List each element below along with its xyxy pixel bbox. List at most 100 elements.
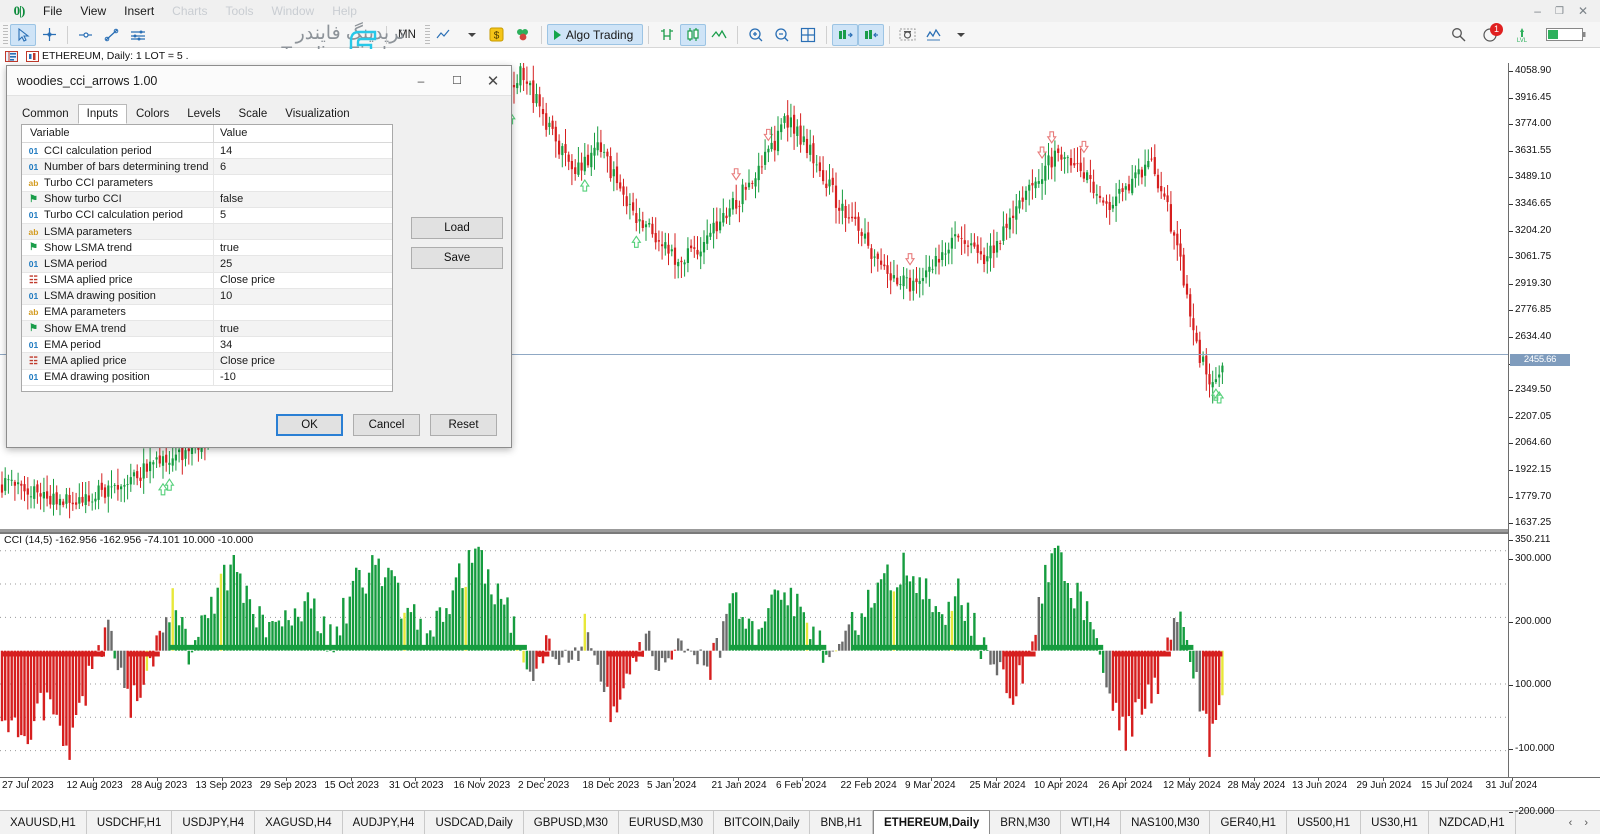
line-chart-icon[interactable] (706, 24, 732, 46)
input-row-value[interactable]: 34 (214, 339, 392, 351)
chart-tab[interactable]: US500,H1 (1287, 811, 1361, 834)
input-row-value[interactable]: -10 (214, 371, 392, 383)
ok-button[interactable]: OK (276, 414, 343, 436)
chart-tab[interactable]: USDCAD,Daily (425, 811, 523, 834)
input-row[interactable]: abEMA parameters (22, 305, 392, 321)
toolbar-grip-2[interactable] (425, 25, 430, 45)
chart-tab[interactable]: GER40,H1 (1210, 811, 1287, 834)
horizontal-line-tool-icon[interactable] (73, 24, 99, 46)
input-row[interactable]: 01Number of bars determining trend6 (22, 159, 392, 175)
input-row-value[interactable]: 5 (214, 209, 392, 221)
input-row-value[interactable]: true (214, 242, 392, 254)
chart-type-caret-icon[interactable] (458, 24, 484, 46)
zoom-in-icon[interactable] (743, 24, 769, 46)
tab-visualization[interactable]: Visualization (276, 104, 358, 124)
input-row[interactable]: 01LSMA period25 (22, 256, 392, 272)
input-row[interactable]: ⚑Show LSMA trendtrue (22, 240, 392, 256)
bar-chart-icon[interactable] (654, 24, 680, 46)
chart-tab[interactable]: BRN,M30 (990, 811, 1061, 834)
minimize-button[interactable]: – (1534, 4, 1541, 18)
menu-view[interactable]: View (71, 1, 115, 21)
crosshair-tool-icon[interactable] (36, 24, 62, 46)
tab-levels[interactable]: Levels (178, 104, 229, 124)
search-icon[interactable] (1451, 27, 1466, 42)
chart-tab[interactable]: BNB,H1 (810, 811, 873, 834)
input-row-value[interactable]: true (214, 323, 392, 335)
input-row-value[interactable]: 10 (214, 290, 392, 302)
close-button[interactable]: ✕ (1578, 4, 1588, 18)
chart-tab[interactable]: AUDJPY,H4 (343, 811, 426, 834)
input-row[interactable]: ⚑Show EMA trendtrue (22, 321, 392, 337)
candlestick-chart-icon[interactable] (680, 24, 706, 46)
grid-icon[interactable] (795, 24, 821, 46)
trendline-tool-icon[interactable] (99, 24, 125, 46)
chart-tab[interactable]: EURUSD,M30 (619, 811, 714, 834)
input-row[interactable]: 01CCI calculation period14 (22, 143, 392, 159)
indicators-icon[interactable] (921, 24, 947, 46)
zoom-out-icon[interactable] (769, 24, 795, 46)
tab-prev-button[interactable]: ‹ (1569, 817, 1573, 829)
chart-tab[interactable]: NZDCAD,H1 (1429, 811, 1516, 834)
input-row-value[interactable]: 14 (214, 145, 392, 157)
restore-button[interactable]: ❐ (1555, 6, 1564, 17)
tab-colors[interactable]: Colors (127, 104, 178, 124)
level-icon[interactable]: LVL (1514, 27, 1530, 43)
chart-tab[interactable]: ETHEREUM,Daily (873, 810, 990, 834)
menu-help[interactable]: Help (323, 1, 366, 21)
dialog-close-button[interactable]: ✕ (475, 66, 511, 96)
screenshot-icon[interactable] (895, 24, 921, 46)
currency-icon[interactable]: $ (484, 24, 510, 46)
cci-indicator-panel[interactable] (0, 532, 1600, 777)
menu-window[interactable]: Window (263, 1, 324, 21)
input-row[interactable]: ☷LSMA aplied priceClose price (22, 273, 392, 289)
dialog-minimize-button[interactable]: – (403, 66, 439, 96)
menu-charts[interactable]: Charts (163, 1, 216, 21)
input-row[interactable]: 01Turbo CCI calculation period5 (22, 208, 392, 224)
input-row[interactable]: ☷EMA aplied priceClose price (22, 353, 392, 369)
input-row-value[interactable]: Close price (214, 355, 392, 367)
objects-icon[interactable] (510, 24, 536, 46)
load-button[interactable]: Load (411, 217, 503, 239)
input-row[interactable]: 01LSMA drawing position10 (22, 289, 392, 305)
price-scale[interactable]: 4058.903916.453774.003631.553489.103346.… (1508, 63, 1600, 777)
indicator-properties-dialog[interactable]: woodies_cci_arrows 1.00 – ☐ ✕ Common Inp… (6, 65, 512, 448)
cursor-tool-icon[interactable] (10, 24, 36, 46)
input-row-value[interactable]: Close price (214, 274, 392, 286)
toolbar-grip[interactable] (3, 25, 8, 45)
input-row[interactable]: abLSMA parameters (22, 224, 392, 240)
auto-scroll-icon[interactable] (832, 24, 858, 46)
chart-tab[interactable]: USDJPY,H4 (172, 811, 255, 834)
chart-type-dropdown-icon[interactable] (432, 24, 458, 46)
algo-trading-button[interactable]: Algo Trading (547, 24, 643, 45)
save-button[interactable]: Save (411, 247, 503, 269)
input-row[interactable]: 01EMA drawing position-10 (22, 370, 392, 386)
chart-tab[interactable]: USDCHF,H1 (87, 811, 173, 834)
chart-tab[interactable]: XAUUSD,H1 (0, 811, 87, 834)
input-row-value[interactable]: 25 (214, 258, 392, 270)
reset-button[interactable]: Reset (430, 414, 497, 436)
cancel-button[interactable]: Cancel (353, 414, 420, 436)
timeframe-label[interactable]: MN (392, 29, 422, 41)
inputs-grid[interactable]: Variable Value 01CCI calculation period1… (21, 124, 393, 392)
chart-tab[interactable]: XAGUSD,H4 (255, 811, 342, 834)
notifications-icon[interactable]: 1 (1482, 27, 1498, 43)
menu-tools[interactable]: Tools (217, 1, 263, 21)
indicators-caret-icon[interactable] (947, 24, 973, 46)
chart-tab[interactable]: US30,H1 (1361, 811, 1429, 834)
input-row[interactable]: abTurbo CCI parameters (22, 175, 392, 191)
input-row-value[interactable]: false (214, 193, 392, 205)
dialog-title-bar[interactable]: woodies_cci_arrows 1.00 – ☐ ✕ (7, 66, 511, 96)
dialog-maximize-button[interactable]: ☐ (439, 66, 475, 96)
chart-tab[interactable]: BITCOIN,Daily (714, 811, 810, 834)
input-row[interactable]: ⚑Show turbo CCIfalse (22, 192, 392, 208)
tab-next-button[interactable]: › (1584, 817, 1588, 829)
input-row[interactable]: 01EMA period34 (22, 337, 392, 353)
tab-inputs[interactable]: Inputs (78, 104, 127, 124)
menu-file[interactable]: File (34, 1, 71, 21)
channel-tool-icon[interactable] (125, 24, 151, 46)
tab-common[interactable]: Common (13, 104, 78, 124)
tab-scale[interactable]: Scale (229, 104, 276, 124)
chart-tab[interactable]: NAS100,M30 (1121, 811, 1210, 834)
input-row-value[interactable]: 6 (214, 161, 392, 173)
chart-shift-icon[interactable] (858, 24, 884, 46)
